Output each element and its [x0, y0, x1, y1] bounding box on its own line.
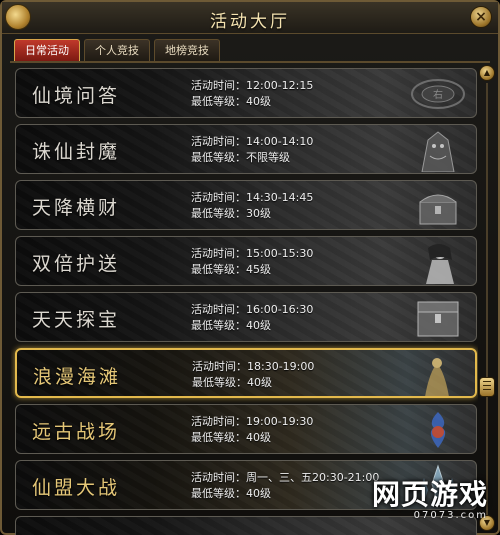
min-level: 40级 [246, 319, 271, 332]
activity-info: 活动时间：16:00-16:30 最低等级：40级 [191, 302, 313, 334]
tab-ranking-arena[interactable]: 地榜竞技 [154, 39, 220, 61]
activity-info: 活动时间：14:00-14:10 最低等级：不限等级 [191, 134, 313, 166]
close-button[interactable]: × [470, 6, 492, 28]
activity-card[interactable]: 天天探宝 活动时间：16:00-16:30 最低等级：40级 [15, 292, 477, 342]
time-label: 活动时间： [191, 415, 246, 428]
activity-info: 活动时间：19:00-19:30 最低等级：40级 [191, 414, 313, 446]
demon-statue-icon [421, 131, 455, 172]
activity-info: 活动时间：12:00-12:15 最低等级：40级 [191, 78, 313, 110]
level-label: 最低等级： [191, 207, 246, 220]
min-level: 不限等级 [246, 151, 290, 164]
activity-time: 15:00-15:30 [246, 247, 314, 260]
tab-bar: 日常活动 个人竞技 地榜竞技 [14, 39, 220, 61]
activity-info: 活动时间：14:30-14:45 最低等级：30级 [191, 190, 313, 222]
activity-info: 活动时间：15:00-15:30 最低等级：45级 [191, 246, 313, 278]
time-label: 活动时间： [191, 303, 246, 316]
activity-card[interactable]: 天降横财 活动时间：14:30-14:45 最低等级：30级 [15, 180, 477, 230]
time-label: 活动时间： [191, 79, 246, 92]
level-label: 最低等级： [191, 263, 246, 276]
level-label: 最低等级： [191, 319, 246, 332]
min-level: 45级 [246, 263, 271, 276]
activity-name: 天天探宝 [32, 309, 121, 331]
tab-personal-arena[interactable]: 个人竞技 [84, 39, 150, 61]
level-label: 最低等级： [191, 95, 246, 108]
activity-time: 14:30-14:45 [246, 191, 314, 204]
activity-time: 19:00-19:30 [246, 415, 314, 428]
activity-time: 18:30-19:00 [247, 360, 315, 373]
activity-card[interactable]: 仙境问答 活动时间：12:00-12:15 最低等级：40级 右 [15, 68, 477, 118]
min-level: 30级 [246, 207, 271, 220]
activity-name: 仙境问答 [32, 85, 121, 107]
activity-card[interactable]: 双倍护送 活动时间：15:00-15:30 最低等级：45级 [15, 236, 477, 286]
tab-daily-activities[interactable]: 日常活动 [14, 39, 80, 61]
activity-info: 活动时间：18:30-19:00 最低等级：40级 [192, 359, 314, 391]
time-label: 活动时间： [192, 360, 247, 373]
activity-name: 远古战场 [32, 421, 121, 443]
activity-name: 天降横财 [32, 197, 121, 219]
min-level: 40级 [246, 95, 271, 108]
activity-list: 仙境问答 活动时间：12:00-12:15 最低等级：40级 右 诛仙封魔 活动… [11, 65, 478, 535]
activity-time: 12:00-12:15 [246, 79, 314, 92]
activity-time: 16:00-16:30 [246, 303, 314, 316]
treasure-chest-icon [417, 301, 459, 337]
activity-card[interactable]: 诛仙封魔 活动时间：14:00-14:10 最低等级：不限等级 [15, 124, 477, 174]
flame-lantern-icon [430, 412, 446, 448]
time-label: 活动时间： [191, 471, 246, 484]
scroll-up-button[interactable]: ▲ [479, 65, 495, 81]
time-label: 活动时间： [191, 247, 246, 260]
activity-hall-window: 活动大厅 × 日常活动 个人竞技 地榜竞技 仙境问答 活动时间：12:00-12… [0, 0, 500, 535]
activity-card[interactable]: 远古战场 活动时间：19:00-19:30 最低等级：40级 [15, 404, 477, 454]
min-level: 40级 [246, 487, 271, 500]
activity-card-selected[interactable]: 浪漫海滩 活动时间：18:30-19:00 最低等级：40级 [15, 348, 477, 398]
treasure-chest-icon [419, 194, 457, 225]
level-label: 最低等级： [192, 376, 247, 389]
level-label: 最低等级： [191, 487, 246, 500]
level-label: 最低等级： [191, 151, 246, 164]
watermark-title: 网页游戏 [371, 478, 488, 511]
site-watermark: 网页游戏 07073.com [348, 473, 488, 521]
activity-name: 双倍护送 [32, 253, 121, 275]
watermark-url: 07073.com [413, 510, 488, 521]
min-level: 40级 [246, 431, 271, 444]
activity-name: 仙盟大战 [32, 477, 121, 499]
activity-time: 14:00-14:10 [246, 135, 314, 148]
activity-name: 诛仙封魔 [32, 141, 121, 163]
list-scrollbar[interactable]: ▲ ▼ [479, 65, 495, 533]
time-label: 活动时间： [191, 135, 246, 148]
tab-divider [10, 61, 490, 63]
title-bar[interactable]: 活动大厅 × [2, 2, 498, 34]
activity-name: 浪漫海滩 [33, 366, 122, 388]
stone-seal-icon: 右 [411, 79, 465, 109]
time-label: 活动时间： [191, 191, 246, 204]
level-label: 最低等级： [191, 431, 246, 444]
scroll-track[interactable] [486, 83, 488, 515]
svg-text:右: 右 [433, 88, 443, 101]
window-title: 活动大厅 [210, 12, 290, 32]
min-level: 40级 [247, 376, 272, 389]
beach-statue-icon [425, 358, 449, 396]
scroll-thumb[interactable] [479, 377, 495, 397]
fairy-girl-icon [426, 244, 454, 284]
